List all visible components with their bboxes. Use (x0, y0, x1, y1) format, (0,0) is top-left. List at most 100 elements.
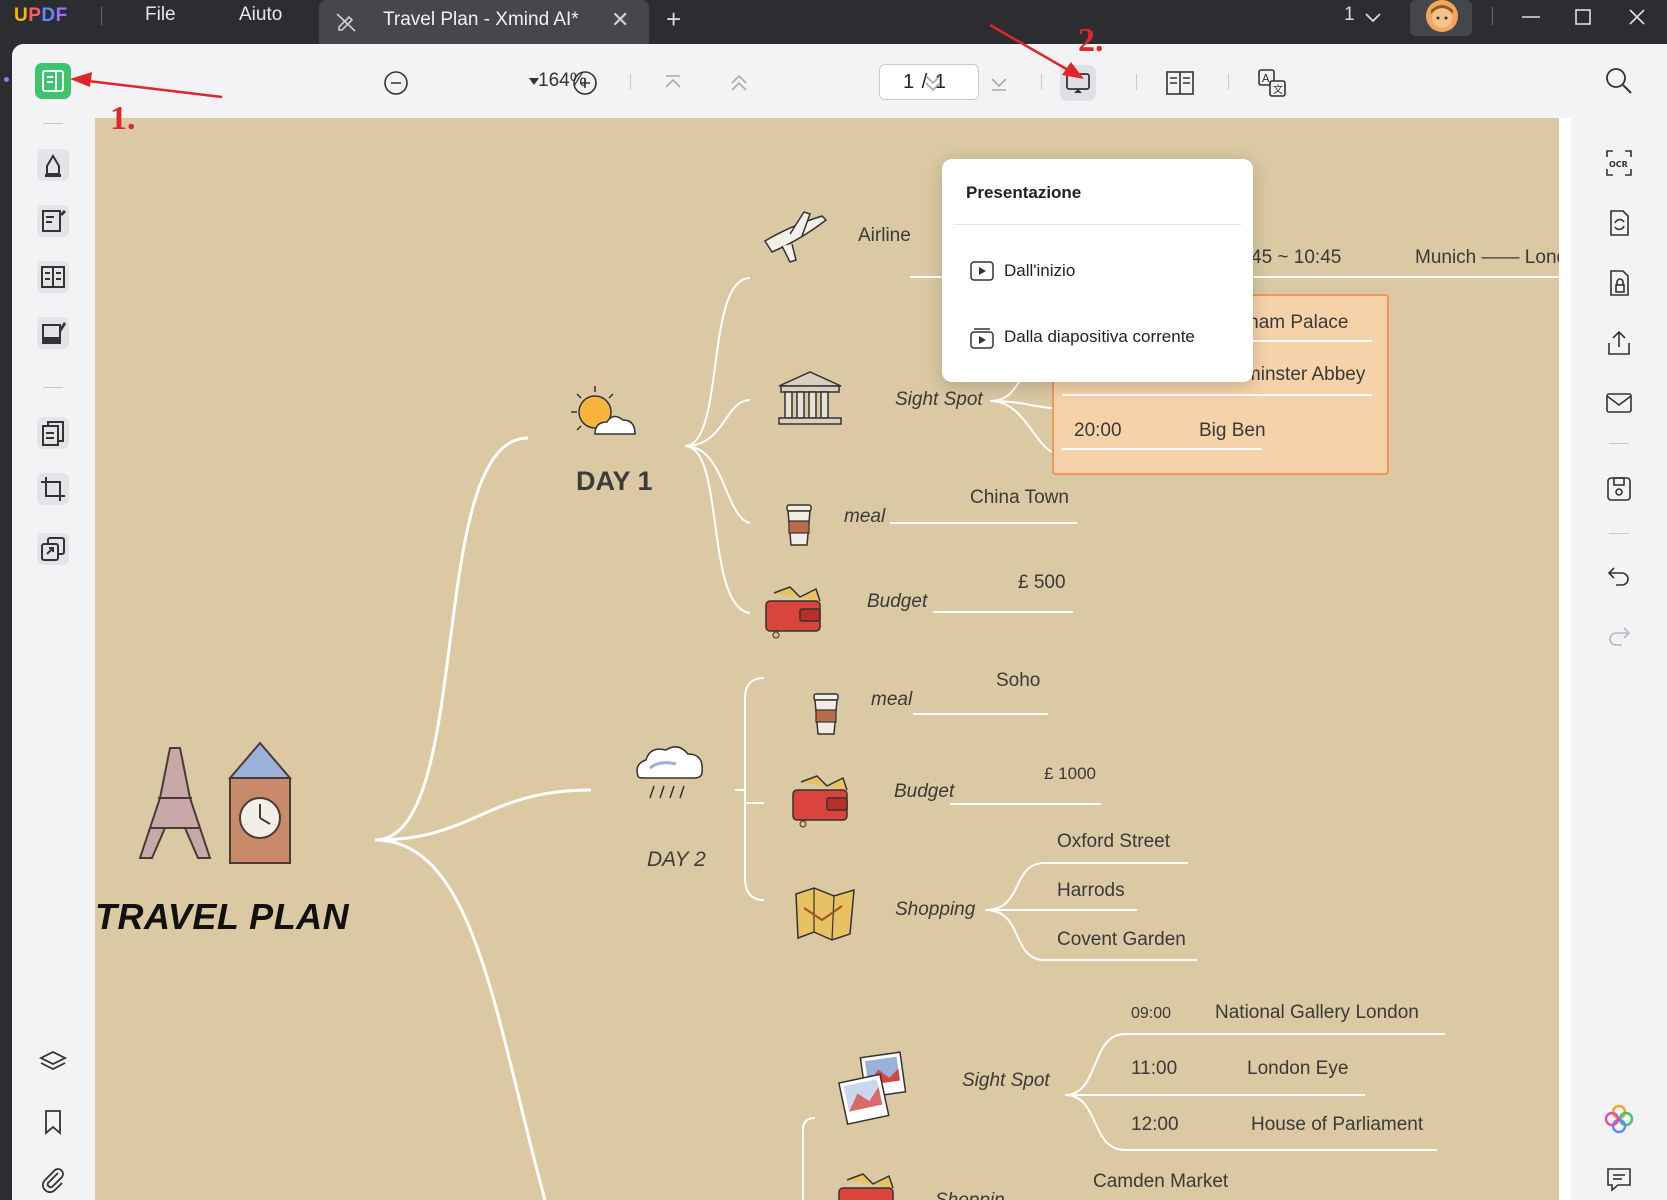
toolbar-separator (1228, 74, 1229, 90)
eiffel-bigben-illustration (138, 741, 293, 864)
day2-shopping-label[interactable]: Shopping (895, 899, 975, 921)
menu-help[interactable]: Aiuto (239, 4, 282, 26)
presentation-dropdown: Presentazione Dall'inizio Dalla diaposit… (942, 159, 1253, 382)
wallet-icon (792, 775, 848, 828)
day2-budget-value[interactable]: £ 1000 (1044, 764, 1096, 784)
updf-logo[interactable]: UPDF (14, 5, 68, 27)
day1-budget-value[interactable]: £ 500 (1018, 572, 1066, 594)
day2-meal-value[interactable]: Soho (996, 670, 1040, 692)
menu-separator (954, 224, 1241, 225)
zoom-dropdown-icon[interactable] (527, 74, 541, 88)
tab-close-icon[interactable]: ✕ (611, 7, 629, 33)
shopping-item[interactable]: Covent Garden (1057, 929, 1186, 951)
compress-icon[interactable] (36, 532, 70, 566)
toolbar-separator (1136, 74, 1137, 90)
new-tab-icon[interactable]: + (666, 4, 681, 35)
document-tab[interactable]: Travel Plan - Xmind AI* ✕ (319, 0, 649, 44)
day3-sight-spot-label[interactable]: Sight Spot (962, 1070, 1050, 1092)
email-icon[interactable] (1604, 388, 1634, 418)
edit-off-icon (335, 11, 357, 38)
coffee-cup-icon (813, 693, 839, 735)
menu-item-label: Dalla diapositiva corrente (1004, 327, 1195, 346)
minimize-icon[interactable] (1518, 4, 1544, 35)
airline-route[interactable]: Munich —— Londo (1415, 247, 1559, 269)
play-icon (970, 261, 994, 286)
day2-label[interactable]: DAY 2 (647, 848, 706, 872)
title-bar: UPDF File Aiuto Travel Plan - Xmind AI* … (0, 0, 1667, 44)
day1-meal-label[interactable]: meal (844, 506, 885, 528)
first-page-icon[interactable] (660, 70, 686, 96)
next-page-icon[interactable] (920, 70, 946, 96)
previous-page-icon[interactable] (726, 70, 752, 96)
day1-budget-label[interactable]: Budget (867, 591, 927, 613)
translate-icon[interactable]: A文 (1257, 68, 1287, 98)
form-icon[interactable] (36, 260, 70, 294)
toolbar-separator (1041, 74, 1042, 90)
maximize-icon[interactable] (1570, 4, 1596, 35)
sight-place[interactable]: London Eye (1247, 1058, 1348, 1080)
menu-item-from-current-slide[interactable]: Dalla diapositiva corrente (942, 315, 1253, 359)
menu-item-from-start[interactable]: Dall'inizio (942, 249, 1253, 293)
undo-icon[interactable] (1604, 560, 1634, 590)
schedule-divider (1062, 448, 1262, 450)
zoom-out-icon[interactable] (383, 70, 409, 96)
title-separator (101, 7, 102, 25)
wallet-icon (838, 1173, 894, 1200)
sight-time[interactable]: 12:00 (1131, 1114, 1179, 1136)
convert-icon[interactable] (1604, 208, 1634, 238)
presentation-icon[interactable] (1059, 64, 1097, 102)
save-icon[interactable] (1604, 474, 1634, 504)
day2-budget-label[interactable]: Budget (894, 781, 954, 803)
avatar (1426, 0, 1458, 32)
ai-icon[interactable] (1604, 1104, 1634, 1134)
comment-icon[interactable] (1604, 1164, 1634, 1194)
sign-icon[interactable] (36, 316, 70, 350)
shopping-item[interactable]: Harrods (1057, 880, 1125, 902)
layers-icon[interactable] (38, 1047, 68, 1077)
ocr-icon[interactable]: OCR (1604, 148, 1634, 178)
sight-place[interactable]: House of Parliament (1251, 1114, 1423, 1136)
wallet-icon (765, 586, 821, 639)
menu-file[interactable]: File (145, 4, 176, 26)
window-count[interactable]: 1 (1344, 4, 1355, 26)
airline-time[interactable]: 45 ~ 10:45 (1251, 247, 1341, 269)
reader-icon[interactable] (34, 62, 72, 100)
page-layout-icon[interactable] (1165, 69, 1195, 97)
shopping-item[interactable]: Oxford Street (1057, 831, 1170, 853)
protect-icon[interactable] (1604, 268, 1634, 298)
schedule-divider (1062, 394, 1372, 396)
day3-shopping-label[interactable]: Shoppin (935, 1190, 1005, 1200)
bookmark-icon[interactable] (38, 1107, 68, 1137)
day2-meal-label[interactable]: meal (871, 689, 912, 711)
share-icon[interactable] (1604, 328, 1634, 358)
highlighter-icon[interactable] (36, 148, 70, 182)
svg-text:A: A (1262, 72, 1270, 85)
edit-text-icon[interactable] (36, 204, 70, 238)
annotation-step-2: 2. (1078, 22, 1104, 59)
airline-label[interactable]: Airline (858, 225, 911, 247)
document-canvas[interactable]: TRAVEL PLAN DAY 1 Airline 45 ~ 10:45 Mun… (95, 118, 1559, 1200)
sight-place[interactable]: National Gallery London (1215, 1002, 1419, 1024)
zoom-in-icon[interactable] (572, 70, 598, 96)
annotation-step-1: 1. (110, 100, 136, 137)
view-toolbar: 164% 1 / 1 A文 (95, 44, 1571, 118)
search-icon[interactable] (1604, 66, 1634, 96)
chevron-down-icon[interactable] (1362, 4, 1384, 35)
attachment-icon[interactable] (38, 1165, 68, 1195)
sight-time[interactable]: 11:00 (1131, 1058, 1177, 1080)
presentation-menu-title: Presentazione (966, 183, 1082, 202)
sight-time[interactable]: 09:00 (1131, 1005, 1171, 1023)
crop-icon[interactable] (36, 472, 70, 506)
organize-pages-icon[interactable] (36, 416, 70, 450)
day1-sight-spot-label[interactable]: Sight Spot (895, 389, 983, 411)
last-page-icon[interactable] (986, 70, 1012, 96)
mindmap-root-title[interactable]: TRAVEL PLAN (95, 896, 349, 938)
account-button[interactable] (1410, 0, 1472, 36)
main-window: 164% 1 / 1 A文 OCR TRAVEL PLAN DAY 1 Airl… (12, 44, 1667, 1200)
day1-label[interactable]: DAY 1 (576, 466, 653, 497)
day1-meal-value[interactable]: China Town (970, 487, 1069, 509)
close-window-icon[interactable] (1624, 4, 1650, 35)
shopping-item[interactable]: Camden Market (1093, 1171, 1228, 1193)
redo-icon[interactable] (1604, 620, 1634, 650)
menu-item-label: Dall'inizio (1004, 261, 1076, 280)
